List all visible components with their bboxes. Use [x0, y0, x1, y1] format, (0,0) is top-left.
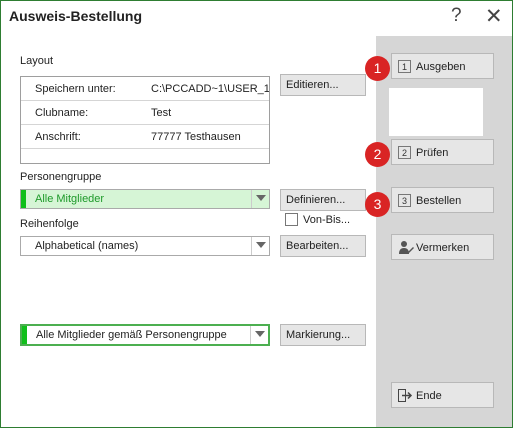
layout-row-value: 77777 Testhausen [151, 131, 241, 143]
button-label: Bestellen [416, 195, 462, 207]
close-icon[interactable]: ✕ [485, 4, 503, 29]
layout-row-value: Test [151, 107, 172, 119]
personengruppe-select[interactable]: Alle Mitglieder [20, 189, 270, 209]
step-badge-3: 3 [365, 192, 390, 217]
markierung-value: Alle Mitglieder gemäß Personengruppe [36, 329, 227, 341]
layout-row-value: C:\PCCADD~1\USER_1\ [151, 83, 269, 95]
main-panel: Layout Speichern unter: C:\PCCADD~1\USER… [8, 36, 376, 426]
layout-row-label: Speichern unter: [35, 83, 116, 95]
reihenfolge-label: Reihenfolge [20, 218, 79, 230]
reihenfolge-value: Alphabetical (names) [35, 240, 139, 252]
ende-button[interactable]: Ende [391, 382, 494, 408]
button-label: Prüfen [416, 147, 449, 159]
step-badge-1: 1 [365, 56, 390, 81]
personengruppe-value: Alle Mitglieder [35, 193, 105, 205]
bearbeiten-button[interactable]: Bearbeiten... [280, 235, 366, 257]
chevron-down-icon[interactable] [251, 190, 269, 208]
vonbis-checkbox[interactable] [285, 213, 298, 226]
button-label: Vermerken [416, 242, 470, 254]
layout-row-clubname: Clubname: Test [21, 101, 269, 125]
definieren-button[interactable]: Definieren... [280, 189, 366, 211]
chevron-down-icon[interactable] [251, 237, 269, 255]
step-badge-2: 2 [365, 142, 390, 167]
button-label: Ausgeben [416, 61, 466, 73]
chevron-down-icon[interactable] [250, 326, 268, 344]
step-number: 2 [398, 146, 411, 159]
exit-icon [398, 389, 413, 405]
button-label: Ende [416, 390, 442, 402]
personengruppe-label: Personengruppe [20, 171, 102, 183]
layout-row-speichern: Speichern unter: C:\PCCADD~1\USER_1\ [21, 77, 269, 101]
layout-section-label: Layout [20, 55, 54, 67]
ausgeben-button[interactable]: 1 Ausgeben [391, 53, 494, 79]
layout-row-anschrift: Anschrift: 77777 Testhausen [21, 125, 269, 149]
window-title: Ausweis-Bestellung [9, 8, 143, 24]
preview-area [389, 88, 483, 136]
vermerken-button[interactable]: Vermerken [391, 234, 494, 260]
user-note-icon [398, 240, 414, 258]
help-icon[interactable]: ? [451, 5, 462, 27]
layout-row-label: Anschrift: [35, 131, 81, 143]
title-bar: Ausweis-Bestellung ? ✕ [1, 1, 512, 31]
editieren-button[interactable]: Editieren... [280, 74, 366, 96]
step-number: 3 [398, 194, 411, 207]
bestellen-button[interactable]: 3 Bestellen [391, 187, 494, 213]
pruefen-button[interactable]: 2 Prüfen [391, 139, 494, 165]
vonbis-label: Von-Bis... [303, 214, 351, 226]
dialog-window: Ausweis-Bestellung ? ✕ Layout Speichern … [0, 0, 513, 428]
step-number: 1 [398, 60, 411, 73]
layout-info-box: Speichern unter: C:\PCCADD~1\USER_1\ Clu… [20, 76, 270, 164]
layout-row-label: Clubname: [35, 107, 89, 119]
markierung-button[interactable]: Markierung... [280, 324, 366, 346]
reihenfolge-select[interactable]: Alphabetical (names) [20, 236, 270, 256]
action-sidebar: 1 Ausgeben 2 Prüfen 3 Bestellen Vermerke… [376, 36, 512, 427]
markierung-select[interactable]: Alle Mitglieder gemäß Personengruppe [20, 324, 270, 346]
